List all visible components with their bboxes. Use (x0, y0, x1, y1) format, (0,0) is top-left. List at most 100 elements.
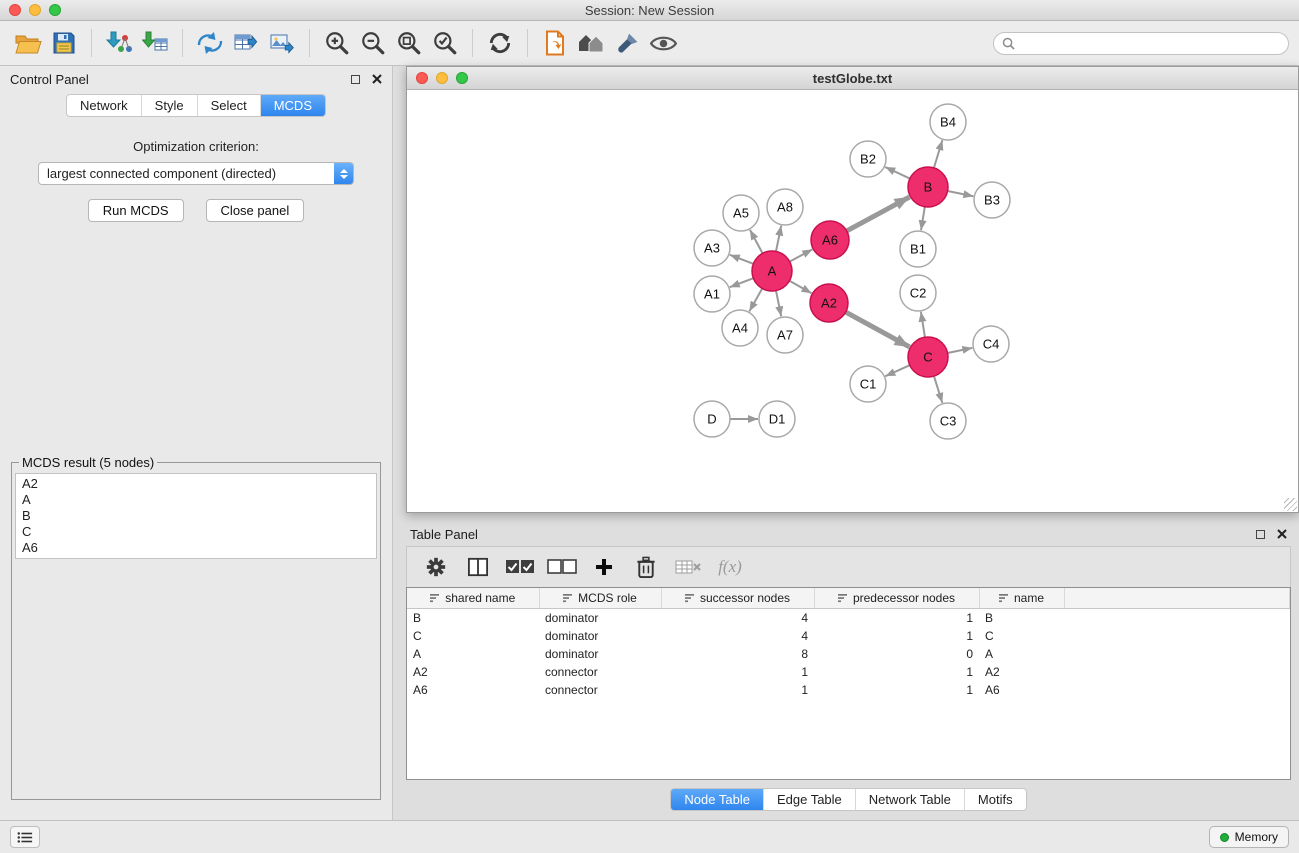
table-cell[interactable]: 8 (661, 645, 814, 663)
graph-node-A6[interactable]: A6 (811, 221, 849, 259)
graph-edge-A2-C[interactable] (846, 312, 910, 347)
table-cell[interactable]: dominator (539, 627, 661, 645)
graph-node-B3[interactable]: B3 (974, 182, 1010, 218)
graph-edge-B-B2[interactable] (885, 167, 910, 179)
tab-node-table[interactable]: Node Table (671, 789, 764, 810)
column-header-name[interactable]: name (979, 588, 1064, 609)
tab-style[interactable]: Style (142, 95, 198, 116)
graph-node-A1[interactable]: A1 (694, 276, 730, 312)
table-cell[interactable]: 0 (814, 645, 979, 663)
table-cell[interactable]: 1 (661, 681, 814, 699)
graph-edge-C-C1[interactable] (885, 365, 909, 376)
table-cell[interactable]: A6 (407, 681, 539, 699)
table-cell[interactable]: dominator (539, 609, 661, 628)
table-cell[interactable]: dominator (539, 645, 661, 663)
graph-node-C4[interactable]: C4 (973, 326, 1009, 362)
zoom-out-button[interactable] (355, 26, 391, 60)
mcds-result-item[interactable]: A (22, 492, 370, 508)
tab-select[interactable]: Select (198, 95, 261, 116)
mcds-result-item[interactable]: A6 (22, 540, 370, 556)
graph-node-C1[interactable]: C1 (850, 366, 886, 402)
graph-edge-B-B3[interactable] (948, 191, 974, 196)
graph-node-C3[interactable]: C3 (930, 403, 966, 439)
delete-table-button[interactable] (671, 551, 705, 583)
graph-node-D[interactable]: D (694, 401, 730, 437)
table-cell[interactable]: C (979, 627, 1064, 645)
table-cell[interactable]: A2 (979, 663, 1064, 681)
network-zoom-button[interactable] (456, 72, 468, 84)
show-columns-button[interactable] (461, 551, 495, 583)
graph-edge-A-A8[interactable] (776, 226, 781, 252)
tab-mcds[interactable]: MCDS (261, 95, 325, 116)
graph-node-B2[interactable]: B2 (850, 141, 886, 177)
memory-button[interactable]: Memory (1209, 826, 1289, 848)
export-table-button[interactable] (228, 26, 264, 60)
table-cell[interactable]: 1 (814, 627, 979, 645)
close-window-button[interactable] (9, 4, 21, 16)
graph-edge-B-B1[interactable] (921, 207, 925, 230)
graph-node-A[interactable]: A (752, 251, 792, 291)
graph-edge-A-A7[interactable] (776, 291, 781, 317)
table-row[interactable]: A6connector11A6 (407, 681, 1290, 699)
zoom-in-button[interactable] (319, 26, 355, 60)
table-cell[interactable]: 4 (661, 609, 814, 628)
tab-network[interactable]: Network (67, 95, 142, 116)
help-document-button[interactable] (537, 26, 573, 60)
import-table-button[interactable] (137, 26, 173, 60)
graph-node-B1[interactable]: B1 (900, 231, 936, 267)
graph-node-A3[interactable]: A3 (694, 230, 730, 266)
column-header-successor-nodes[interactable]: successor nodes (661, 588, 814, 609)
table-cell[interactable]: B (407, 609, 539, 628)
graph-edge-A6-B[interactable] (847, 197, 910, 231)
column-header-MCDS-role[interactable]: MCDS role (539, 588, 661, 609)
graph-edge-C-C4[interactable] (948, 348, 973, 353)
table-cell[interactable]: 4 (661, 627, 814, 645)
select-all-button[interactable] (503, 551, 537, 583)
table-cell[interactable]: 1 (814, 609, 979, 628)
tab-network-table[interactable]: Network Table (856, 789, 965, 810)
column-header-predecessor-nodes[interactable]: predecessor nodes (814, 588, 979, 609)
table-settings-button[interactable] (419, 551, 453, 583)
import-network-button[interactable] (101, 26, 137, 60)
mcds-result-list[interactable]: A2ABCA6 (15, 473, 377, 559)
add-column-button[interactable] (587, 551, 621, 583)
zoom-window-button[interactable] (49, 4, 61, 16)
tab-edge-table[interactable]: Edge Table (764, 789, 856, 810)
run-mcds-button[interactable]: Run MCDS (88, 199, 184, 222)
graph-edge-B-B4[interactable] (934, 140, 943, 168)
graph-node-A5[interactable]: A5 (723, 195, 759, 231)
mcds-result-item[interactable]: B (22, 508, 370, 524)
graph-node-B[interactable]: B (908, 167, 948, 207)
resize-grip[interactable] (1284, 498, 1297, 511)
network-close-button[interactable] (416, 72, 428, 84)
delete-column-button[interactable] (629, 551, 663, 583)
zoom-selected-button[interactable] (427, 26, 463, 60)
float-table-panel-icon[interactable] (1256, 530, 1265, 539)
table-cell[interactable]: A (979, 645, 1064, 663)
zoom-fit-button[interactable] (391, 26, 427, 60)
table-cell[interactable]: A2 (407, 663, 539, 681)
graph-node-A4[interactable]: A4 (722, 310, 758, 346)
export-network-button[interactable] (192, 26, 228, 60)
graph-edge-A-A4[interactable] (749, 288, 762, 311)
table-cell[interactable]: 1 (814, 663, 979, 681)
graph-edge-A-A2[interactable] (789, 281, 811, 293)
close-panel-button[interactable]: Close panel (206, 199, 305, 222)
table-cell[interactable]: A (407, 645, 539, 663)
save-session-button[interactable] (46, 26, 82, 60)
table-cell[interactable]: connector (539, 681, 661, 699)
cytoscape-home-button[interactable] (573, 26, 609, 60)
table-cell[interactable]: connector (539, 663, 661, 681)
function-builder-button[interactable]: f(x) (713, 551, 747, 583)
node-table-area[interactable]: shared nameMCDS rolesuccessor nodesprede… (406, 587, 1291, 780)
table-cell[interactable]: C (407, 627, 539, 645)
graph-node-A7[interactable]: A7 (767, 317, 803, 353)
table-cell[interactable]: B (979, 609, 1064, 628)
optimization-criterion-select[interactable]: largest connected component (directed) (38, 162, 354, 185)
table-cell[interactable]: 1 (661, 663, 814, 681)
deselect-all-button[interactable] (545, 551, 579, 583)
graph-node-C2[interactable]: C2 (900, 275, 936, 311)
graph-edge-A-A5[interactable] (750, 230, 763, 254)
tab-motifs[interactable]: Motifs (965, 789, 1026, 810)
search-input[interactable] (1020, 36, 1280, 50)
